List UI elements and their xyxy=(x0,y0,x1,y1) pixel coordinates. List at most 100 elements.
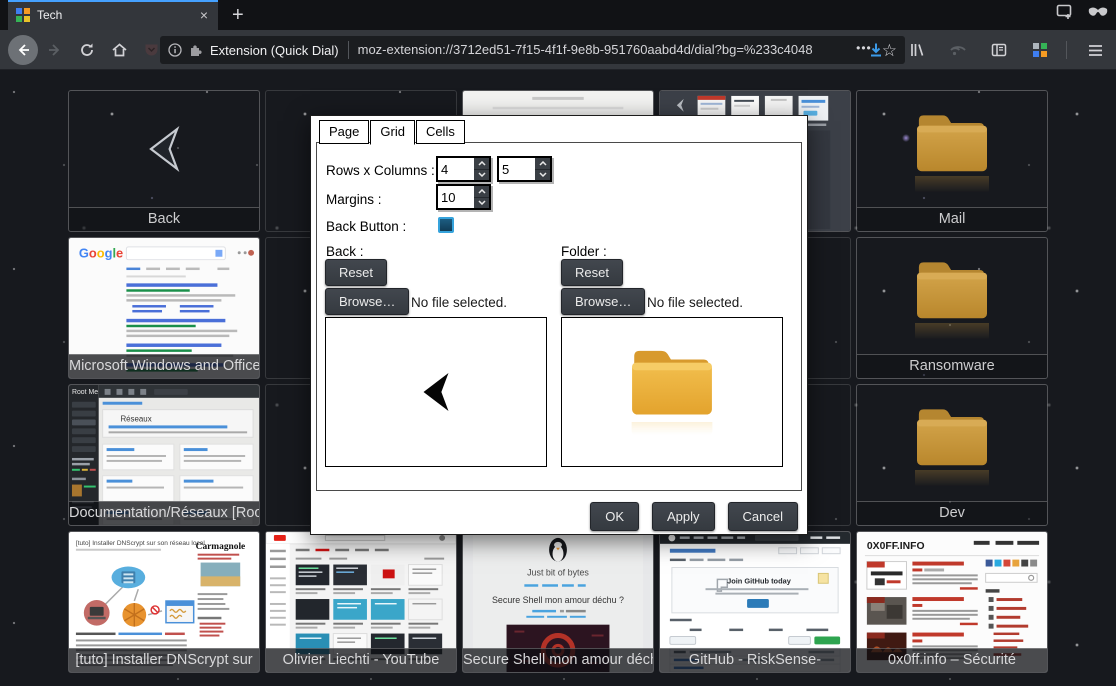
folder-image-preview xyxy=(561,317,783,467)
dial-page: Back xyxy=(0,70,1116,686)
svg-text:Réseaux: Réseaux xyxy=(120,414,151,423)
spin-down-icon[interactable] xyxy=(474,197,489,209)
tile-label: Mail xyxy=(857,207,1047,231)
margins-input[interactable] xyxy=(438,186,474,208)
dial-tile-oxoff[interactable]: 0X0FF.INFO xyxy=(856,531,1048,673)
tile-label: Dev xyxy=(857,501,1047,525)
back-browse-button[interactable]: Browse… xyxy=(325,288,409,315)
spin-up-icon[interactable] xyxy=(474,186,489,197)
svg-text:Google: Google xyxy=(79,246,123,261)
folder-section-label: Folder : xyxy=(561,244,607,259)
rows-input[interactable] xyxy=(438,158,474,180)
dialog-action-buttons: OK Apply Cancel xyxy=(590,502,798,531)
extension-puzzle-icon xyxy=(189,43,203,57)
back-section-label: Back : xyxy=(326,244,364,259)
tile-label: Secure Shell mon amour déchu xyxy=(463,648,653,672)
folder-icon xyxy=(905,105,999,175)
tab-page[interactable]: Page xyxy=(319,120,369,144)
new-tab-button[interactable]: + xyxy=(226,3,250,27)
svg-text:[tuto] Installer DNScrypt sur: [tuto] Installer DNScrypt sur son réseau… xyxy=(76,540,205,547)
active-tab-indicator xyxy=(8,0,218,2)
tab-grid[interactable]: Grid xyxy=(370,120,415,145)
columns-spin-buttons[interactable] xyxy=(535,158,550,180)
dial-tile-github[interactable]: Join GitHub today GitHub - Ri xyxy=(659,531,851,673)
forward-button[interactable] xyxy=(40,35,70,65)
tab-strip: Tech × + xyxy=(0,0,1116,30)
url-fade xyxy=(814,41,850,59)
columns-stepper[interactable] xyxy=(497,156,552,182)
margins-label: Margins : xyxy=(326,192,382,207)
info-icon xyxy=(168,43,182,57)
downloads-icon[interactable] xyxy=(861,35,891,65)
folder-no-file-text: No file selected. xyxy=(647,295,743,310)
tile-label: Microsoft Windows and Office xyxy=(69,354,259,378)
spin-up-icon[interactable] xyxy=(535,158,550,169)
rows-columns-label: Rows x Columns : xyxy=(326,163,435,178)
dial-tile-documentation[interactable]: Root Me Réseaux xyxy=(68,384,260,526)
url-bar[interactable]: Extension (Quick Dial) moz-extension://3… xyxy=(160,36,905,64)
toolbar-separator xyxy=(1066,41,1067,59)
rss-feed-icon[interactable] xyxy=(943,35,973,65)
dial-tile-mail[interactable]: Mail xyxy=(856,90,1048,232)
identity-box[interactable]: Extension (Quick Dial) xyxy=(168,41,349,59)
back-button-label: Back Button : xyxy=(326,219,406,234)
quickdial-settings-dialog: Page Grid Cells Rows x Columns : xyxy=(310,115,808,535)
folder-preview-icon xyxy=(616,339,728,421)
dial-tile-back[interactable]: Back xyxy=(68,90,260,232)
reload-button[interactable] xyxy=(72,35,102,65)
svg-text:Secure Shell mon amour déchu ?: Secure Shell mon amour déchu ? xyxy=(492,595,624,605)
dialog-tab-bar: Page Grid Cells xyxy=(319,120,466,144)
back-button[interactable] xyxy=(8,35,38,65)
back-arrow-icon xyxy=(141,119,187,179)
folder-icon xyxy=(905,252,999,322)
tab-title: Tech xyxy=(37,8,191,22)
back-no-file-text: No file selected. xyxy=(411,295,507,310)
dial-tile-youtube[interactable]: Olivier Liechti - YouTube xyxy=(265,531,457,673)
apply-button[interactable]: Apply xyxy=(652,502,715,531)
dial-tile-dev[interactable]: Dev xyxy=(856,384,1048,526)
home-button[interactable] xyxy=(104,35,134,65)
folder-reflection xyxy=(905,176,999,206)
url-text: moz-extension://3712ed51-7f15-4f1f-9e8b-… xyxy=(358,41,851,59)
dial-tile-ransomware[interactable]: Ransomware xyxy=(856,237,1048,379)
quickdial-toolbar-icon[interactable] xyxy=(1025,35,1055,65)
back-image-preview xyxy=(325,317,547,467)
svg-text:Join GitHub today: Join GitHub today xyxy=(727,576,792,585)
back-button-checkbox[interactable] xyxy=(438,217,454,233)
svg-text:0X0FF.INFO: 0X0FF.INFO xyxy=(867,541,925,552)
svg-text:Carmagnole: Carmagnole xyxy=(196,542,246,552)
tab-close-icon[interactable]: × xyxy=(198,8,210,22)
margins-stepper[interactable] xyxy=(436,184,491,210)
columns-input[interactable] xyxy=(499,158,535,180)
tile-label: GitHub - RiskSense- xyxy=(660,648,850,672)
library-icon[interactable] xyxy=(902,35,932,65)
dial-tile-dnscrypt[interactable]: [tuto] Installer DNScrypt sur son réseau… xyxy=(68,531,260,673)
quickdial-favicon xyxy=(16,8,30,22)
dial-tile-microsoft[interactable]: Google Microsoft W xyxy=(68,237,260,379)
back-reset-button[interactable]: Reset xyxy=(325,259,387,286)
sidebar-toggle-icon[interactable] xyxy=(984,35,1014,65)
back-arrow-preview-icon xyxy=(414,364,458,420)
folder-browse-button[interactable]: Browse… xyxy=(561,288,645,315)
url-text-container[interactable]: moz-extension://3712ed51-7f15-4f1f-9e8b-… xyxy=(358,41,851,59)
tile-label: Olivier Liechti - YouTube xyxy=(266,648,456,672)
rows-spin-buttons[interactable] xyxy=(474,158,489,180)
margins-spin-buttons[interactable] xyxy=(474,186,489,208)
tab-cells[interactable]: Cells xyxy=(416,120,465,144)
spin-down-icon[interactable] xyxy=(535,169,550,181)
ok-button[interactable]: OK xyxy=(590,502,639,531)
rows-stepper[interactable] xyxy=(436,156,491,182)
new-window-icon[interactable] xyxy=(1056,4,1074,20)
svg-text:Root Me: Root Me xyxy=(72,389,98,396)
spin-up-icon[interactable] xyxy=(474,158,489,169)
folder-reset-button[interactable]: Reset xyxy=(561,259,623,286)
browser-tab-tech[interactable]: Tech × xyxy=(8,0,218,30)
nav-toolbar: Extension (Quick Dial) moz-extension://3… xyxy=(0,30,1116,70)
cancel-button[interactable]: Cancel xyxy=(728,502,798,531)
tile-label: Ransomware xyxy=(857,354,1047,378)
menu-hamburger-icon[interactable] xyxy=(1080,35,1110,65)
folder-reflection xyxy=(905,470,999,500)
spin-down-icon[interactable] xyxy=(474,169,489,181)
dial-tile-ssh[interactable]: Just bit of bytes Secure Shell mon amour… xyxy=(462,531,654,673)
folder-preview-reflection xyxy=(616,422,728,446)
